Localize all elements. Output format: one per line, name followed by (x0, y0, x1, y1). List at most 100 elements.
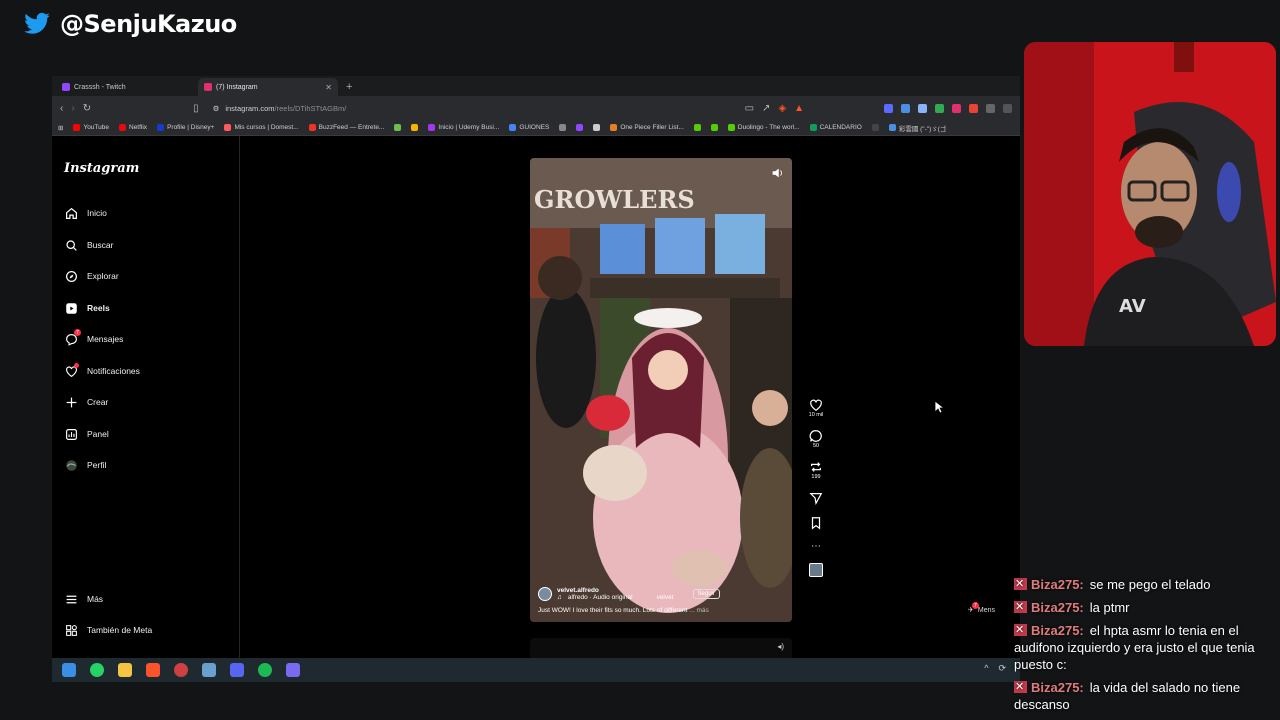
reel-video[interactable]: GROWLERS velvet.alfredo ♫ alfredo · Audi… (530, 158, 792, 622)
notification-badge: 7 (74, 329, 81, 336)
like-button[interactable]: 10 mil (809, 398, 823, 418)
new-tab-icon[interactable]: + (346, 81, 352, 96)
chat-badge-icon (1014, 576, 1027, 593)
avatar[interactable] (538, 587, 552, 601)
bookmark-item[interactable]: 彩雲國 ("-")ゞ(ゴ (888, 123, 946, 133)
bookmark-label: GUIONES (519, 124, 550, 131)
bookmark-label: Profile | Disney+ (167, 124, 215, 131)
bookmark-favicon-icon (593, 124, 601, 131)
nav-mensajes[interactable]: 7 Mensajes (64, 329, 123, 346)
apps-grid-icon[interactable]: ⊞ (58, 124, 63, 132)
share-icon[interactable]: ↗ (762, 103, 770, 114)
nav-inicio[interactable]: Inicio (64, 206, 107, 220)
tab-label: (7) Instagram (216, 83, 258, 91)
mouse-cursor-icon (934, 400, 944, 414)
nav-notificaciones[interactable]: Notificaciones (64, 363, 140, 378)
messages-pill[interactable]: ✈ 7 Mens (968, 602, 995, 614)
nav-label: Panel (87, 429, 109, 439)
sync-icon[interactable]: ⟳ (998, 663, 1006, 674)
nav-perfil[interactable]: Perfil (64, 458, 106, 472)
bookmark-item[interactable] (871, 124, 879, 131)
reel-caption[interactable]: Just WOW! I love their fits so much. Lot… (538, 607, 784, 614)
bookmark-item[interactable] (693, 124, 701, 131)
bookmark-item[interactable]: Inicio | Udemy Busi... (428, 124, 499, 131)
bookmark-item[interactable]: Netflix (119, 124, 147, 131)
bookmark-item[interactable]: Duolingo - The worl... (727, 124, 800, 131)
svg-text:AV: AV (1119, 296, 1146, 317)
nav-panel[interactable]: Panel (64, 427, 109, 441)
extension-icon[interactable] (969, 103, 978, 113)
cursor-app-icon[interactable] (202, 663, 216, 677)
reel-username[interactable]: velvet.alfredo (557, 587, 674, 594)
audio-thumbnail[interactable] (809, 563, 823, 577)
app-icon[interactable] (174, 663, 188, 677)
discord-icon[interactable] (230, 663, 244, 677)
nav-buscar[interactable]: Buscar (64, 238, 113, 252)
nav-mas[interactable]: Más (64, 592, 103, 606)
meta-icon (64, 623, 78, 637)
file-explorer-icon[interactable] (118, 663, 132, 677)
forward-icon[interactable]: › (71, 103, 74, 114)
caption-more-link[interactable]: ... más (689, 607, 709, 614)
bookmark-item[interactable] (576, 124, 584, 131)
nav-tambien-de-meta[interactable]: También de Meta (64, 623, 152, 637)
bookmark-icon[interactable]: ▯ (193, 103, 199, 114)
bookmark-item[interactable]: CALENDARIO (809, 124, 862, 131)
bookmark-item[interactable] (394, 124, 402, 131)
next-reel-preview[interactable]: ◂) (530, 638, 792, 658)
follow-button[interactable]: Seguir (692, 589, 720, 599)
chevron-up-icon[interactable]: ^ (984, 663, 988, 674)
windows-start-icon[interactable] (62, 663, 76, 677)
browser-window: Crasssh - Twitch (7) Instagram ✕ + ‹ › ↻… (52, 76, 1020, 658)
bookmark-item[interactable] (710, 124, 718, 131)
extension-icon[interactable] (901, 103, 910, 113)
tab-twitch[interactable]: Crasssh - Twitch (56, 78, 196, 96)
nav-reels[interactable]: Reels (64, 301, 110, 315)
puzzle-icon[interactable] (986, 103, 995, 113)
extension-icon[interactable] (952, 103, 961, 113)
twitter-handle: @SenjuKazuo (22, 10, 237, 38)
reel-audio[interactable]: alfredo · Audio original (568, 594, 633, 601)
volume-icon[interactable] (770, 166, 784, 180)
bookmark-item[interactable] (593, 124, 601, 131)
save-button[interactable] (809, 516, 823, 530)
comment-button[interactable]: 50 (809, 429, 823, 449)
bookmark-item[interactable]: Mis cursos | Domest... (224, 124, 299, 131)
bookmark-item[interactable]: YouTube (73, 124, 109, 131)
app-icon[interactable] (286, 663, 300, 677)
address-bar[interactable]: ⚙ instagram.com/reels/DTihSTtAGBm/ (207, 99, 737, 117)
instagram-logo[interactable]: Instagram (64, 161, 139, 176)
nav-explorar[interactable]: Explorar (64, 269, 119, 283)
extension-icon[interactable] (884, 103, 893, 113)
bookmark-item[interactable]: Profile | Disney+ (157, 124, 214, 131)
share-button[interactable] (809, 491, 823, 505)
close-tab-icon[interactable]: ✕ (325, 83, 332, 92)
cast-icon[interactable]: ▭ (745, 103, 754, 114)
extension-icon[interactable] (935, 103, 944, 113)
extension-icon[interactable] (918, 103, 927, 113)
tab-instagram[interactable]: (7) Instagram ✕ (198, 78, 338, 96)
volume-icon[interactable]: ◂) (777, 642, 784, 651)
bookmark-item[interactable]: BuzzFeed — Entrete... (308, 124, 384, 131)
bookmark-item[interactable]: One Piece Filler List... (610, 124, 684, 131)
site-info-icon[interactable]: ⚙ (213, 104, 220, 113)
bookmark-icon (811, 517, 821, 530)
brave-rewards-icon[interactable]: ▲ (794, 103, 804, 114)
brave-browser-icon[interactable] (146, 663, 160, 677)
reposts-count: 199 (811, 474, 821, 480)
reload-icon[interactable]: ↻ (83, 103, 91, 114)
brave-shield-icon[interactable]: ◈ (778, 103, 786, 114)
bookmark-item[interactable] (411, 124, 419, 131)
back-icon[interactable]: ‹ (60, 103, 63, 114)
nav-label: Perfil (87, 460, 107, 470)
more-options-button[interactable]: ⋯ (811, 541, 821, 552)
chat-username: Biza275: (1031, 577, 1084, 592)
bookmark-item[interactable]: GUIONES (509, 124, 549, 131)
nav-crear[interactable]: Crear (64, 395, 108, 409)
bookmark-item[interactable] (559, 124, 567, 131)
repost-button[interactable]: 199 (809, 460, 823, 480)
sidebar-toggle-icon[interactable] (1003, 103, 1012, 113)
whatsapp-icon[interactable] (90, 663, 104, 677)
bookmark-label: Inicio | Udemy Busi... (438, 124, 500, 131)
spotify-icon[interactable] (258, 663, 272, 677)
